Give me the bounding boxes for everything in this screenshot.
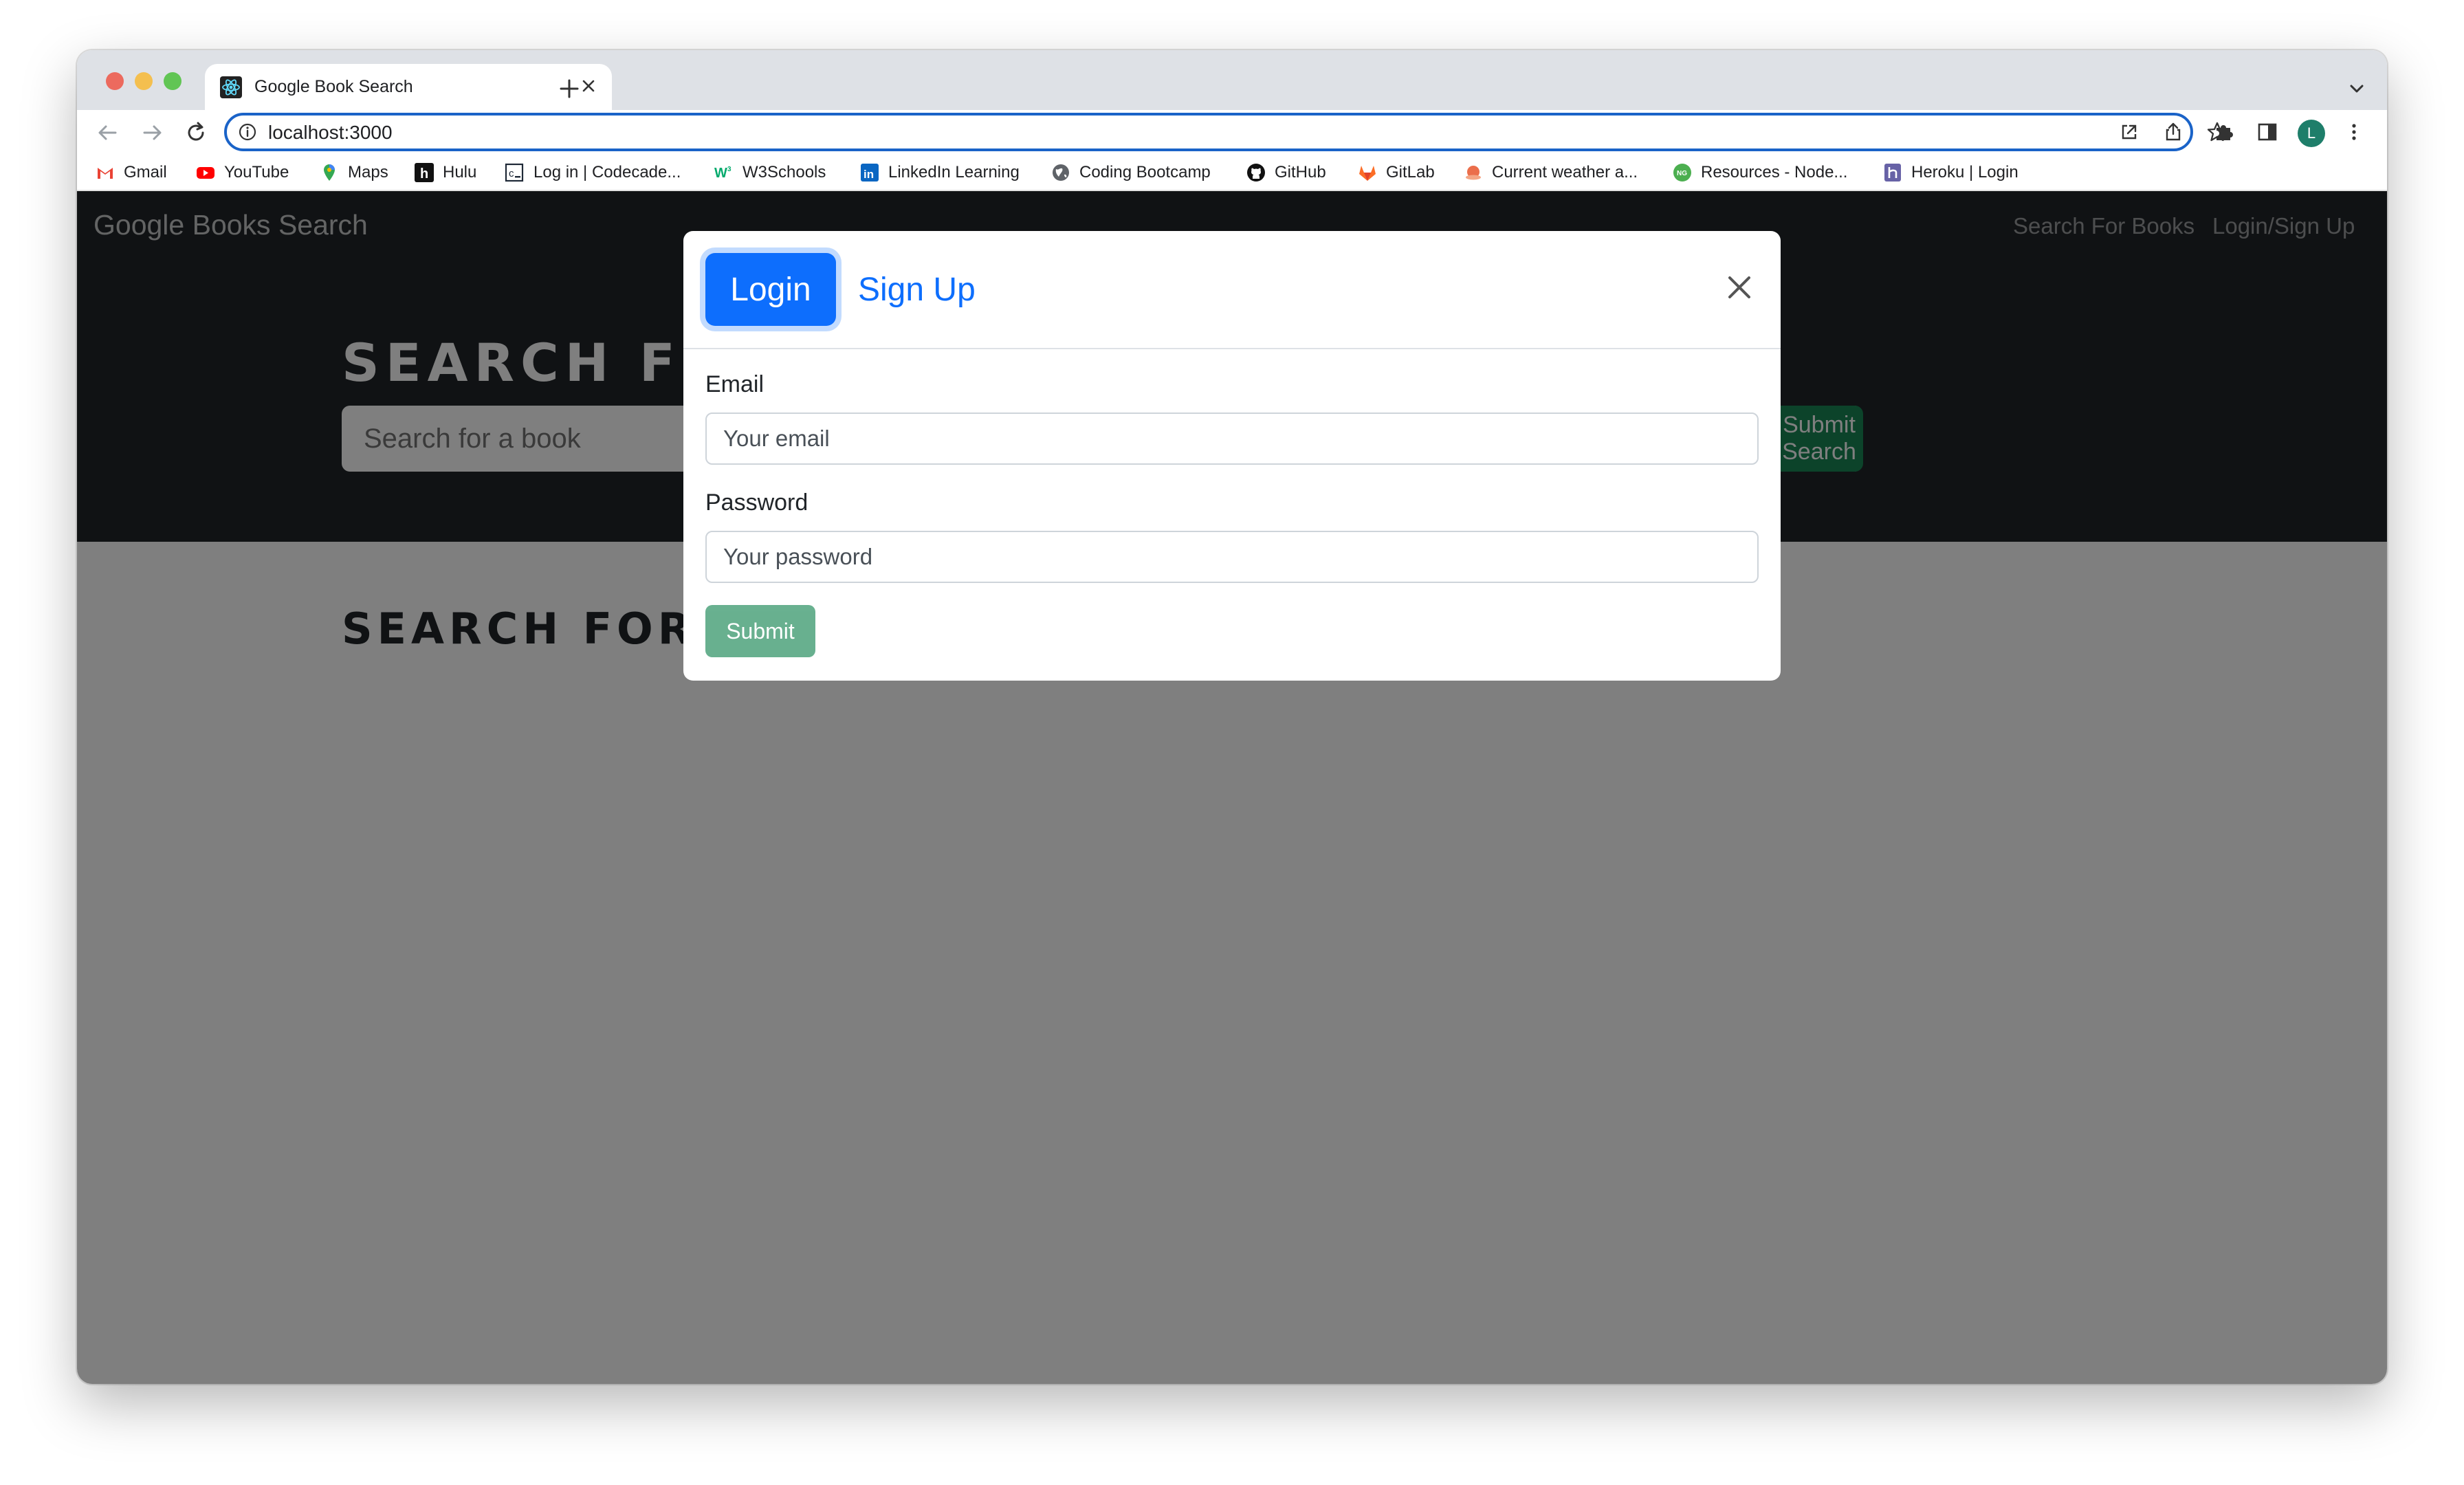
bookmark-codecademy[interactable]: c Log in | Codecade... [505, 161, 681, 184]
url-text[interactable]: localhost:3000 [268, 122, 393, 144]
bookmark-youtube[interactable]: YouTube [195, 161, 289, 184]
reload-icon[interactable] [180, 117, 212, 148]
minimize-window-icon[interactable] [135, 72, 153, 90]
bookmark-current-weather[interactable]: Current weather a... [1463, 161, 1638, 184]
tab-signup[interactable]: Sign Up [848, 253, 985, 326]
back-arrow-icon[interactable] [92, 117, 124, 148]
submit-button[interactable]: Submit [705, 605, 815, 657]
github-icon [1247, 164, 1265, 182]
tab-strip: Google Book Search [77, 50, 2387, 110]
bookmark-w3schools[interactable]: W 3 W3Schools [714, 161, 826, 184]
bookmark-linkedin-learning[interactable]: in LinkedIn Learning [859, 161, 1020, 184]
email-field[interactable] [705, 412, 1759, 465]
svg-text:W: W [714, 166, 727, 181]
svg-text:in: in [864, 168, 874, 181]
bookmark-maps[interactable]: Maps [319, 161, 388, 184]
email-label: Email [705, 371, 764, 397]
w3schools-icon: W 3 [714, 166, 732, 181]
close-icon[interactable] [1723, 271, 1756, 304]
password-field[interactable] [705, 531, 1759, 583]
more-menu-icon[interactable] [2342, 120, 2366, 144]
gitlab-icon [1359, 166, 1376, 181]
forward-arrow-icon[interactable] [136, 117, 168, 148]
info-icon[interactable] [238, 122, 257, 142]
svg-text:h: h [420, 166, 428, 182]
tab-google-book-search[interactable]: Google Book Search [205, 64, 612, 110]
page-viewport: Google Books Search Search For Books Log… [77, 191, 2387, 1384]
codecademy-icon: c [505, 163, 524, 182]
new-tab-icon[interactable] [554, 74, 584, 104]
maps-icon [324, 164, 335, 181]
bookmark-heroku[interactable]: Heroku | Login [1882, 161, 2018, 184]
share-icon[interactable] [2162, 120, 2185, 144]
bookmarks-bar: Gmail YouTube Maps h Hulu c Log in | Cod… [77, 155, 2387, 191]
bookmark-hulu[interactable]: h Hulu [414, 161, 476, 184]
bookmark-gitlab[interactable]: GitLab [1357, 161, 1435, 184]
svg-text:NG: NG [1677, 170, 1687, 177]
maximize-window-icon[interactable] [164, 72, 182, 90]
modal-header: Login Sign Up [683, 231, 1781, 349]
browser-window: Google Book Search localhost:3000 L Gmai… [77, 50, 2387, 1384]
youtube-icon [197, 167, 214, 179]
tab-title: Google Book Search [254, 77, 413, 96]
heroku-icon [1884, 164, 1901, 182]
linkedin-icon: in [861, 164, 879, 182]
bookmark-gmail[interactable]: Gmail [95, 161, 167, 184]
profile-avatar[interactable]: L [2298, 120, 2325, 147]
weather-icon [1466, 166, 1481, 180]
password-label: Password [705, 490, 808, 516]
bookmark-coding-bootcamp[interactable]: Coding Bootcamp [1050, 161, 1211, 184]
address-bar[interactable]: localhost:3000 [224, 113, 2228, 151]
browser-toolbar: localhost:3000 L [77, 110, 2387, 155]
open-external-icon[interactable] [2118, 120, 2141, 144]
hulu-icon: h [415, 163, 434, 182]
nodegit-icon: NG [1673, 164, 1691, 182]
extensions-puzzle-icon[interactable] [2211, 120, 2236, 144]
svg-text:c: c [509, 168, 514, 179]
globe-icon [1053, 164, 1069, 181]
react-icon [220, 76, 242, 98]
close-window-icon[interactable] [106, 72, 124, 90]
side-panel-icon[interactable] [2255, 120, 2280, 144]
tab-login[interactable]: Login [705, 253, 836, 326]
svg-text:3: 3 [727, 166, 732, 173]
chevron-down-icon[interactable] [2344, 76, 2369, 101]
login-signup-modal: Login Sign Up Email Password Submit [683, 231, 1781, 681]
bookmark-resources-node[interactable]: NG Resources - Node... [1672, 161, 1847, 184]
bookmark-github[interactable]: GitHub [1246, 161, 1326, 184]
gmail-icon [98, 168, 113, 179]
